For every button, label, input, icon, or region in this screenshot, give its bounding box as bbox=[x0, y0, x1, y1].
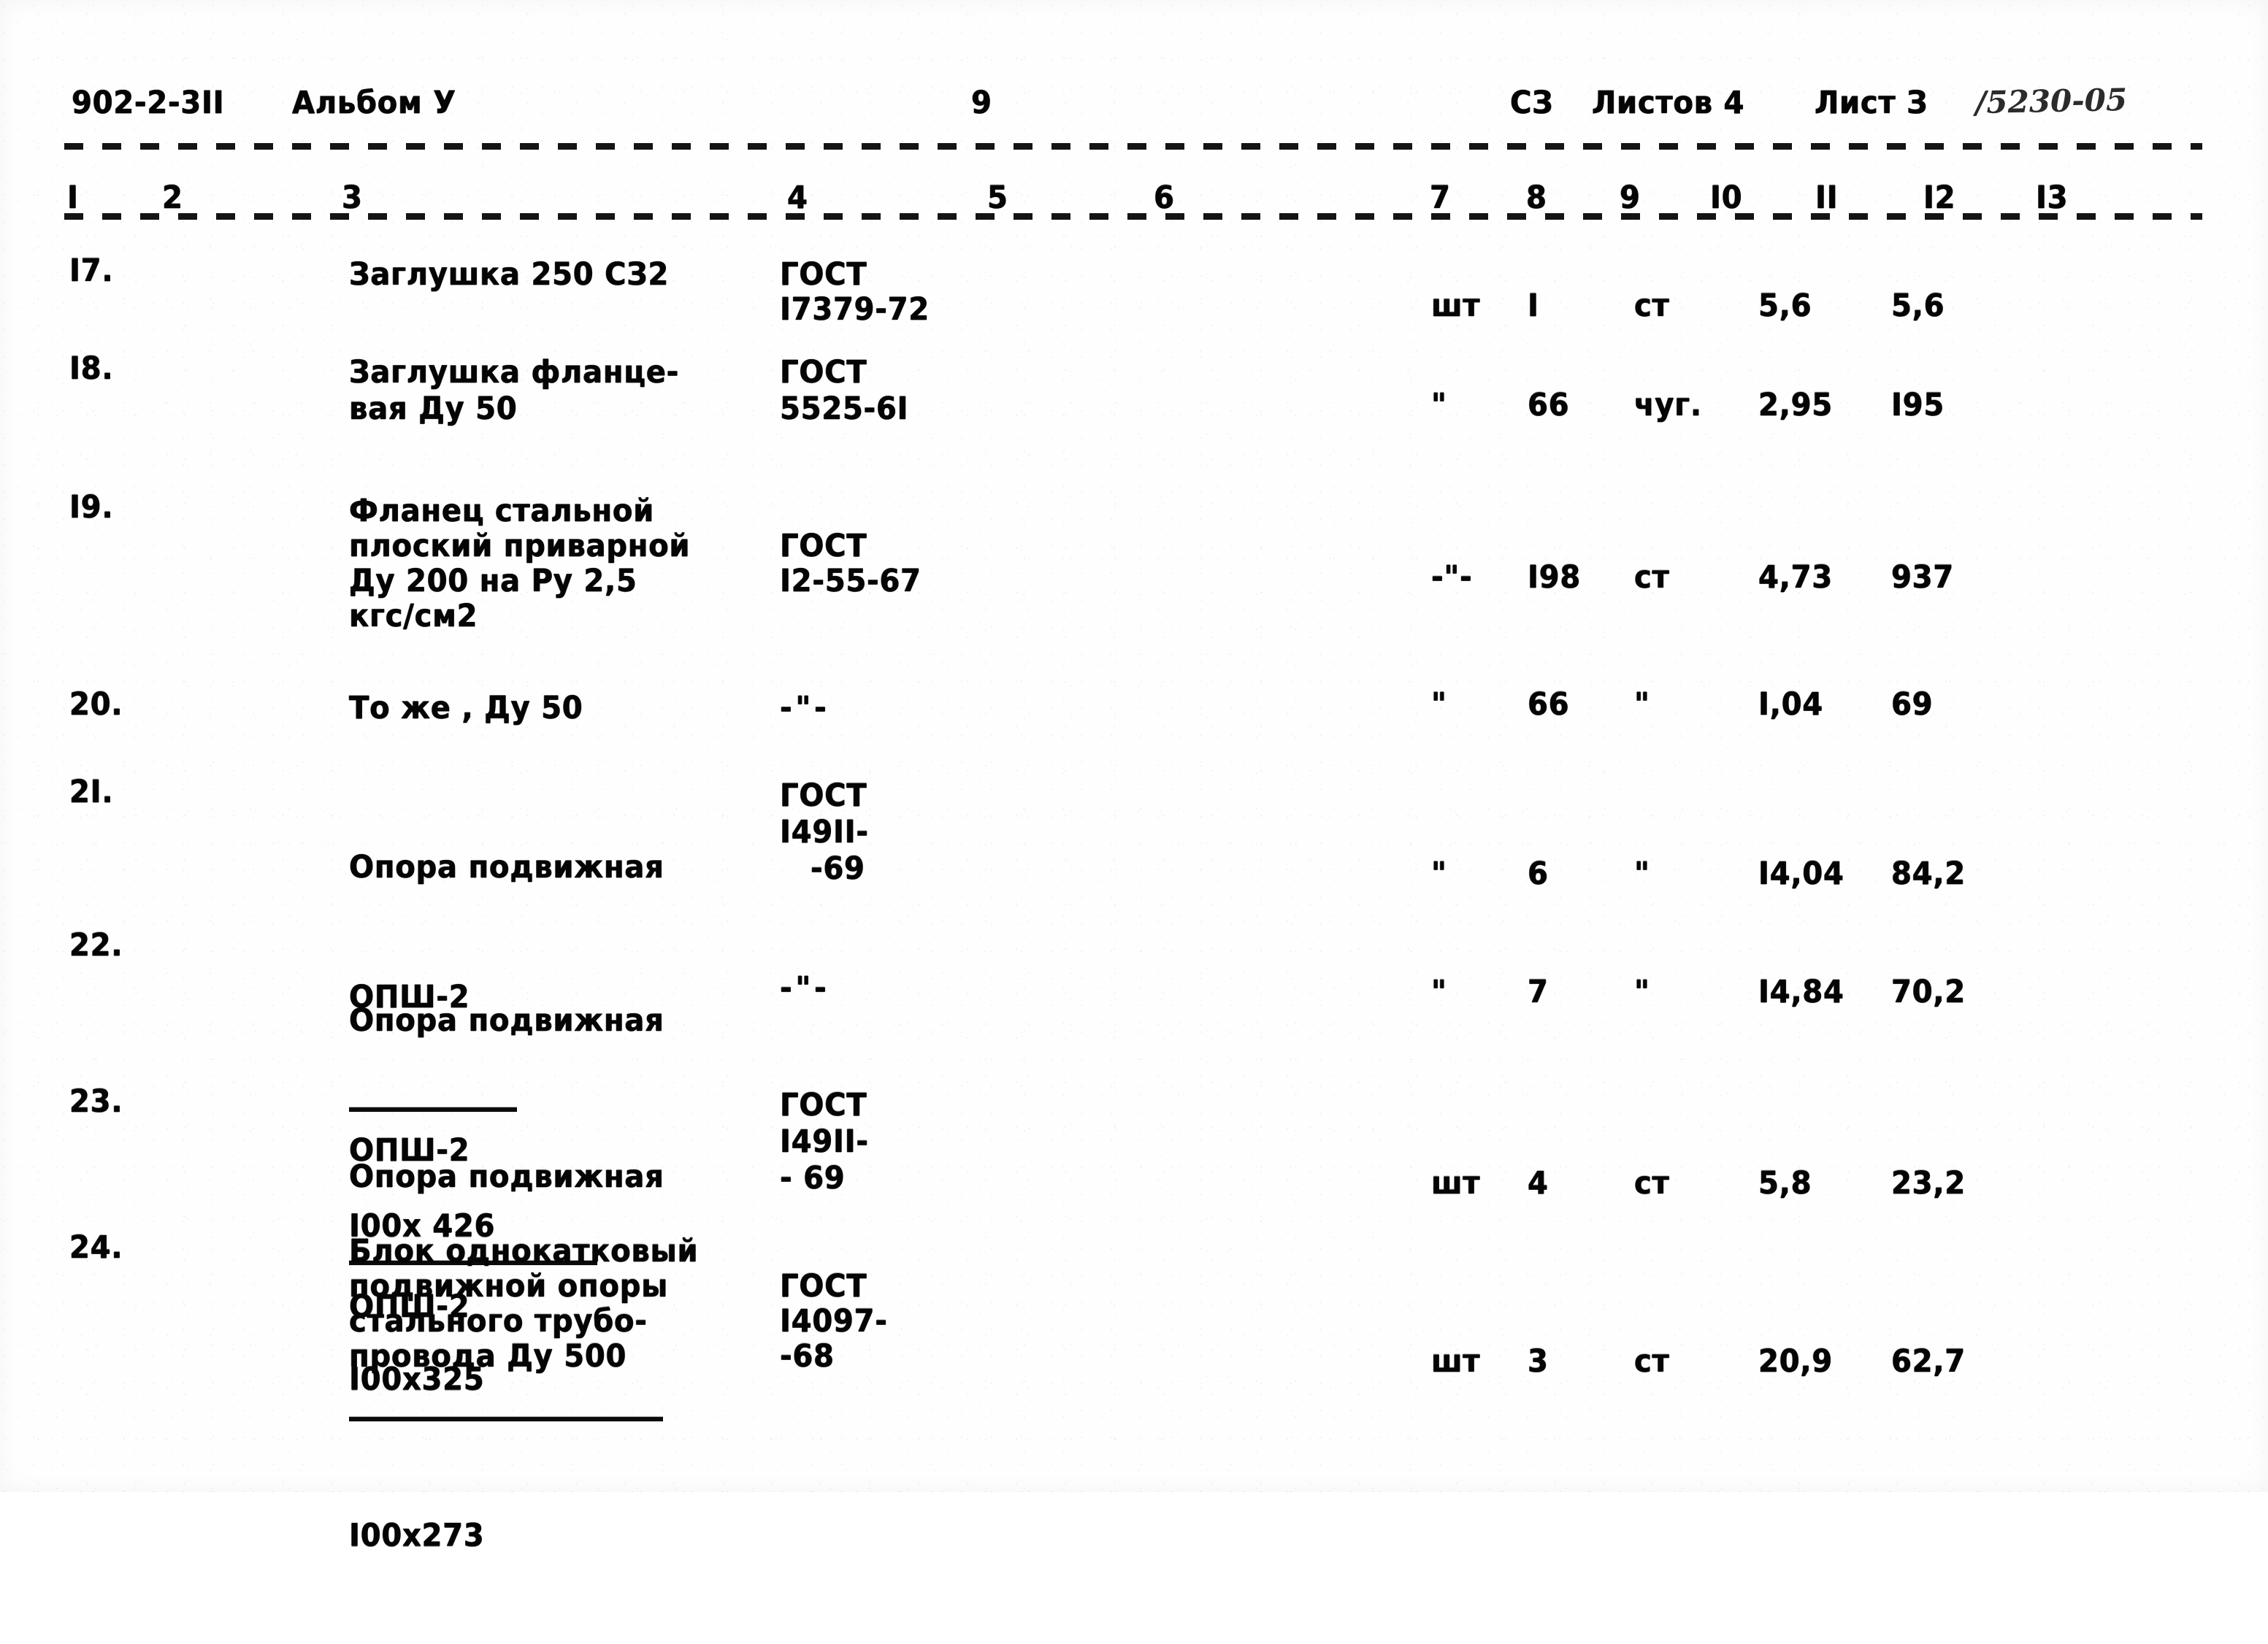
column-number-6: 6 bbox=[1154, 180, 1175, 216]
standard-ref-line: -"- bbox=[780, 690, 830, 726]
stamp-number: /5230-05 bbox=[1974, 82, 2128, 120]
unit-of-measure: шт bbox=[1431, 1343, 1481, 1380]
unit-of-measure: шт bbox=[1431, 1165, 1481, 1202]
sheet-mark: СЗ bbox=[1510, 85, 1554, 121]
unit-weight: 2,95 bbox=[1758, 387, 1833, 423]
unit-of-measure: " bbox=[1431, 387, 1450, 423]
standard-ref-line: - 69 bbox=[780, 1160, 846, 1196]
total-weight: 5,6 bbox=[1891, 288, 1945, 324]
header-divider-rule bbox=[64, 143, 2202, 150]
item-name: I00х273 bbox=[349, 1518, 485, 1554]
scan-edge-shadow bbox=[0, 0, 2268, 1492]
row-number: 20. bbox=[69, 686, 123, 723]
material: ст bbox=[1634, 1165, 1670, 1202]
row-number: 23. bbox=[69, 1083, 123, 1120]
document-code: 902-2-3II bbox=[72, 85, 225, 121]
standard-ref-line: 5525-6I bbox=[780, 391, 909, 427]
material: ст bbox=[1634, 1343, 1670, 1380]
standard-ref-line: I7379-72 bbox=[780, 291, 930, 328]
column-number-10: I0 bbox=[1710, 180, 1743, 216]
column-number-7: 7 bbox=[1430, 180, 1451, 216]
unit-weight: 5,6 bbox=[1758, 288, 1812, 324]
sheet-current-label: Лист З bbox=[1815, 85, 1928, 121]
column-number-11: II bbox=[1815, 180, 1839, 216]
row-number: 24. bbox=[69, 1229, 123, 1266]
unit-weight: 4,73 bbox=[1758, 559, 1833, 596]
unit-of-measure: шт bbox=[1431, 288, 1481, 324]
column-number-5: 5 bbox=[987, 180, 1008, 216]
total-weight: 937 bbox=[1891, 559, 1954, 596]
column-number-1: I bbox=[67, 180, 79, 216]
column-number-2: 2 bbox=[162, 180, 183, 216]
column-header-rule bbox=[64, 213, 2202, 220]
item-name: То же , Ду 50 bbox=[349, 690, 583, 726]
total-weight: 84,2 bbox=[1891, 856, 1966, 892]
sheets-total-label: Листов 4 bbox=[1592, 85, 1745, 121]
quantity: 7 bbox=[1528, 974, 1549, 1010]
item-name: кгс/см2 bbox=[349, 598, 478, 634]
total-weight: 69 bbox=[1891, 686, 1934, 723]
standard-ref-line: -68 bbox=[780, 1338, 835, 1375]
quantity: 3 bbox=[1528, 1343, 1549, 1380]
quantity: 66 bbox=[1528, 686, 1570, 723]
unit-weight: I4,04 bbox=[1758, 856, 1844, 892]
row-number: I9. bbox=[69, 489, 114, 526]
material: " bbox=[1634, 856, 1653, 892]
row-number: I8. bbox=[69, 350, 114, 387]
fraction-rule bbox=[349, 1416, 663, 1422]
item-name: Опора подвижная bbox=[349, 1002, 664, 1039]
item-name: Заглушка 250 СЗ2 bbox=[349, 256, 670, 293]
page-number: 9 bbox=[971, 85, 992, 121]
quantity: I98 bbox=[1528, 559, 1581, 596]
total-weight: 62,7 bbox=[1891, 1343, 1966, 1380]
page-header: 902-2-3II Альбом У 9 СЗ Листов 4 Лист З … bbox=[0, 82, 2268, 130]
unit-weight: I,04 bbox=[1758, 686, 1823, 723]
item-name: Опора подвижная bbox=[349, 1159, 664, 1195]
column-number-3: 3 bbox=[342, 180, 363, 216]
standard-ref-line: -69 bbox=[811, 850, 865, 887]
total-weight: 70,2 bbox=[1891, 974, 1966, 1010]
quantity: I bbox=[1528, 288, 1539, 324]
material: " bbox=[1634, 686, 1653, 723]
item-name: вая Ду 50 bbox=[349, 391, 518, 427]
column-number-13: I3 bbox=[2036, 180, 2069, 216]
material: " bbox=[1634, 974, 1653, 1010]
quantity: 4 bbox=[1528, 1165, 1549, 1202]
unit-weight: I4,84 bbox=[1758, 974, 1844, 1010]
quantity: 66 bbox=[1528, 387, 1570, 423]
standard-ref-line: -"- bbox=[780, 970, 830, 1007]
column-number-4: 4 bbox=[787, 180, 808, 216]
unit-of-measure: " bbox=[1431, 856, 1450, 892]
row-number: I7. bbox=[69, 253, 114, 289]
total-weight: 23,2 bbox=[1891, 1165, 1966, 1202]
column-number-9: 9 bbox=[1620, 180, 1641, 216]
unit-weight: 20,9 bbox=[1758, 1343, 1833, 1380]
row-number: 22. bbox=[69, 927, 123, 964]
total-weight: I95 bbox=[1891, 387, 1945, 423]
material: ст bbox=[1634, 288, 1670, 324]
standard-ref-line: I2-55-67 bbox=[780, 563, 922, 599]
scan-grain-overlay bbox=[0, 0, 2268, 1492]
unit-of-measure: " bbox=[1431, 686, 1450, 723]
unit-of-measure: " bbox=[1431, 974, 1450, 1010]
column-number-12: I2 bbox=[1923, 180, 1956, 216]
document-page: 902-2-3II Альбом У 9 СЗ Листов 4 Лист З … bbox=[0, 0, 2268, 1553]
quantity: 6 bbox=[1528, 856, 1549, 892]
material: ст bbox=[1634, 559, 1670, 596]
item-name: Опора подвижная bbox=[349, 849, 664, 886]
unit-weight: 5,8 bbox=[1758, 1165, 1812, 1202]
album-label: Альбом У bbox=[292, 85, 456, 121]
row-number: 2I. bbox=[69, 774, 114, 810]
column-number-8: 8 bbox=[1526, 180, 1547, 216]
unit-of-measure: -"- bbox=[1431, 559, 1473, 596]
item-name: провода Ду 500 bbox=[349, 1338, 627, 1375]
material: чуг. bbox=[1634, 387, 1702, 423]
